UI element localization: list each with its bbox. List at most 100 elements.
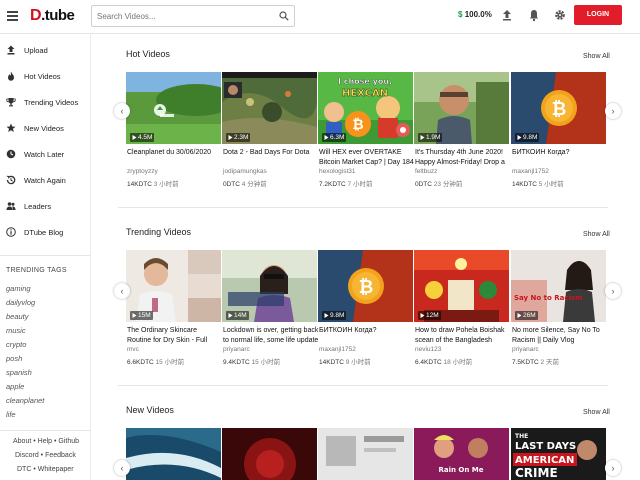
sidebar-item-watch-later[interactable]: Watch Later (0, 145, 91, 165)
thumbnail-text: CRIME (515, 466, 558, 480)
carousel-next-button[interactable]: › (605, 103, 621, 119)
tag-link[interactable]: life (6, 410, 16, 419)
video-meta: 14KDTC 3 小时前 (127, 181, 179, 188)
video-thumbnail[interactable]: 4.5M (126, 72, 221, 144)
video-thumbnail[interactable]: ₿ 9.8M (318, 250, 413, 322)
video-author[interactable]: jodipamungkas (223, 168, 267, 175)
video-author[interactable]: zryptoyzzy (127, 168, 158, 175)
video-thumbnail[interactable]: 12M (414, 250, 509, 322)
tag-link[interactable]: dailyvlog (6, 298, 35, 307)
upload-icon (7, 45, 15, 55)
video-author[interactable]: neviu123 (415, 346, 441, 353)
video-thumbnail[interactable]: 2.3M (222, 72, 317, 144)
video-author[interactable]: maxanjl1752 (319, 346, 356, 353)
tag-link[interactable]: cleanplanet (6, 396, 44, 405)
video-title[interactable]: It's Thursday 4th June 2020! Happy Almos… (415, 148, 511, 168)
view-count-badge: 1.9M (418, 133, 443, 142)
trending-tags-heading: TRENDING TAGS (6, 267, 67, 274)
video-author[interactable]: priyanarc (512, 346, 539, 353)
video-title[interactable]: How to draw Pohela Boishak scean of the … (415, 326, 511, 346)
people-icon (6, 202, 16, 210)
carousel-prev-button[interactable]: ‹ (114, 283, 130, 299)
carousel-prev-button[interactable]: ‹ (114, 103, 130, 119)
video-card[interactable]: THE LAST DAYS AMERICAN CRIME (511, 428, 606, 480)
about-link[interactable]: About (13, 438, 31, 445)
carousel-next-button[interactable]: › (605, 460, 621, 476)
sidebar-item-trending-videos[interactable]: Trending Videos (0, 93, 91, 113)
sidebar-item-upload[interactable]: Upload (0, 41, 91, 61)
video-author[interactable]: maxanjl1752 (512, 168, 549, 175)
show-all-trending-videos[interactable]: Show All (583, 231, 610, 238)
gear-icon[interactable] (553, 8, 567, 22)
whitepaper-link[interactable]: Whitepaper (38, 466, 74, 473)
video-thumbnail[interactable]: 1.9M (414, 72, 509, 144)
play-icon (324, 312, 329, 318)
video-title[interactable]: No more Silence, Say No To Racism || Dai… (512, 326, 608, 346)
video-meta: 14KDTC 5 小时前 (512, 181, 564, 188)
tag-link[interactable]: crypto (6, 340, 26, 349)
sidebar-item-dtube-blog[interactable]: DTube Blog (0, 223, 91, 243)
video-thumbnail[interactable]: ₿ I chose you, HEXCAN 6.3M (318, 72, 413, 144)
video-card[interactable] (318, 428, 413, 480)
menu-icon[interactable] (7, 11, 18, 21)
github-link[interactable]: Github (58, 438, 79, 445)
sidebar-item-new-videos[interactable]: New Videos (0, 119, 91, 139)
video-thumbnail[interactable]: 15M (126, 250, 221, 322)
video-thumbnail[interactable] (318, 428, 413, 480)
search-input[interactable] (92, 6, 272, 27)
carousel-prev-button[interactable]: ‹ (114, 460, 130, 476)
bell-icon[interactable] (527, 8, 541, 22)
video-card[interactable] (126, 428, 221, 480)
video-title[interactable]: Cleanplanet du 30/06/2020 (127, 148, 223, 168)
video-title[interactable]: БИТКОИН Когда? (319, 326, 415, 346)
video-author[interactable]: mvc (127, 346, 139, 353)
play-icon (420, 312, 425, 318)
dollar-icon: $ (458, 10, 463, 19)
video-title[interactable]: Dota 2 - Bad Days For Dota (223, 148, 319, 168)
carousel-next-button[interactable]: › (605, 283, 621, 299)
video-meta: 14KDTC 9 小时前 (319, 359, 371, 366)
show-all-hot-videos[interactable]: Show All (583, 53, 610, 60)
video-thumbnail[interactable]: THE LAST DAYS AMERICAN CRIME (511, 428, 606, 480)
video-title[interactable]: Will HEX ever OVERTAKE Bitcoin Market Ca… (319, 148, 415, 168)
sidebar-item-watch-again[interactable]: Watch Again (0, 171, 91, 191)
video-title[interactable]: БИТКОИН Когда? (512, 148, 608, 168)
top-header: D.tube $ 100.0% LOGIN (0, 0, 640, 34)
dtc-link[interactable]: DTC (17, 466, 31, 473)
tag-link[interactable]: posh (6, 354, 22, 363)
search-icon[interactable] (279, 11, 289, 21)
video-thumbnail[interactable]: 14M (222, 250, 317, 322)
section-divider (118, 207, 608, 208)
video-title[interactable]: The Ordinary Skincare Routine for Dry Sk… (127, 326, 223, 346)
video-thumbnail[interactable] (222, 428, 317, 480)
video-thumbnail[interactable]: ₿ 9.8M (511, 72, 606, 144)
sidebar-item-leaders[interactable]: Leaders (0, 197, 91, 217)
video-thumbnail[interactable] (126, 428, 221, 480)
info-icon (6, 227, 16, 237)
discord-link[interactable]: Discord (15, 452, 39, 459)
video-card[interactable]: Rain On Me (414, 428, 509, 480)
sidebar-item-hot-videos[interactable]: Hot Videos (0, 67, 91, 87)
video-author[interactable]: priyanarc (223, 346, 250, 353)
view-count-badge: 14M (226, 311, 249, 320)
video-thumbnail[interactable]: Rain On Me (414, 428, 509, 480)
tag-link[interactable]: apple (6, 382, 24, 391)
tag-link[interactable]: music (6, 326, 26, 335)
video-author[interactable]: feltbuzz (415, 168, 437, 175)
thumbnail-text: HEXCAN (342, 88, 388, 99)
video-meta: 6.4KDTC 18 小时前 (415, 359, 473, 366)
help-link[interactable]: Help (38, 438, 52, 445)
footer-row-2: Discord • Feedback (15, 452, 76, 459)
login-button[interactable]: LOGIN (574, 5, 622, 25)
video-thumbnail[interactable]: Say No to Racism 26M (511, 250, 606, 322)
video-card[interactable] (222, 428, 317, 480)
tag-link[interactable]: beauty (6, 312, 29, 321)
tag-link[interactable]: spanish (6, 368, 32, 377)
feedback-link[interactable]: Feedback (45, 452, 76, 459)
video-author[interactable]: hexologist31 (319, 168, 356, 175)
dtube-logo[interactable]: D.tube (30, 7, 75, 25)
show-all-new-videos[interactable]: Show All (583, 409, 610, 416)
tag-link[interactable]: gaming (6, 284, 31, 293)
upload-icon[interactable] (500, 8, 514, 22)
video-title[interactable]: Lockdown is over, getting back to normal… (223, 326, 319, 346)
